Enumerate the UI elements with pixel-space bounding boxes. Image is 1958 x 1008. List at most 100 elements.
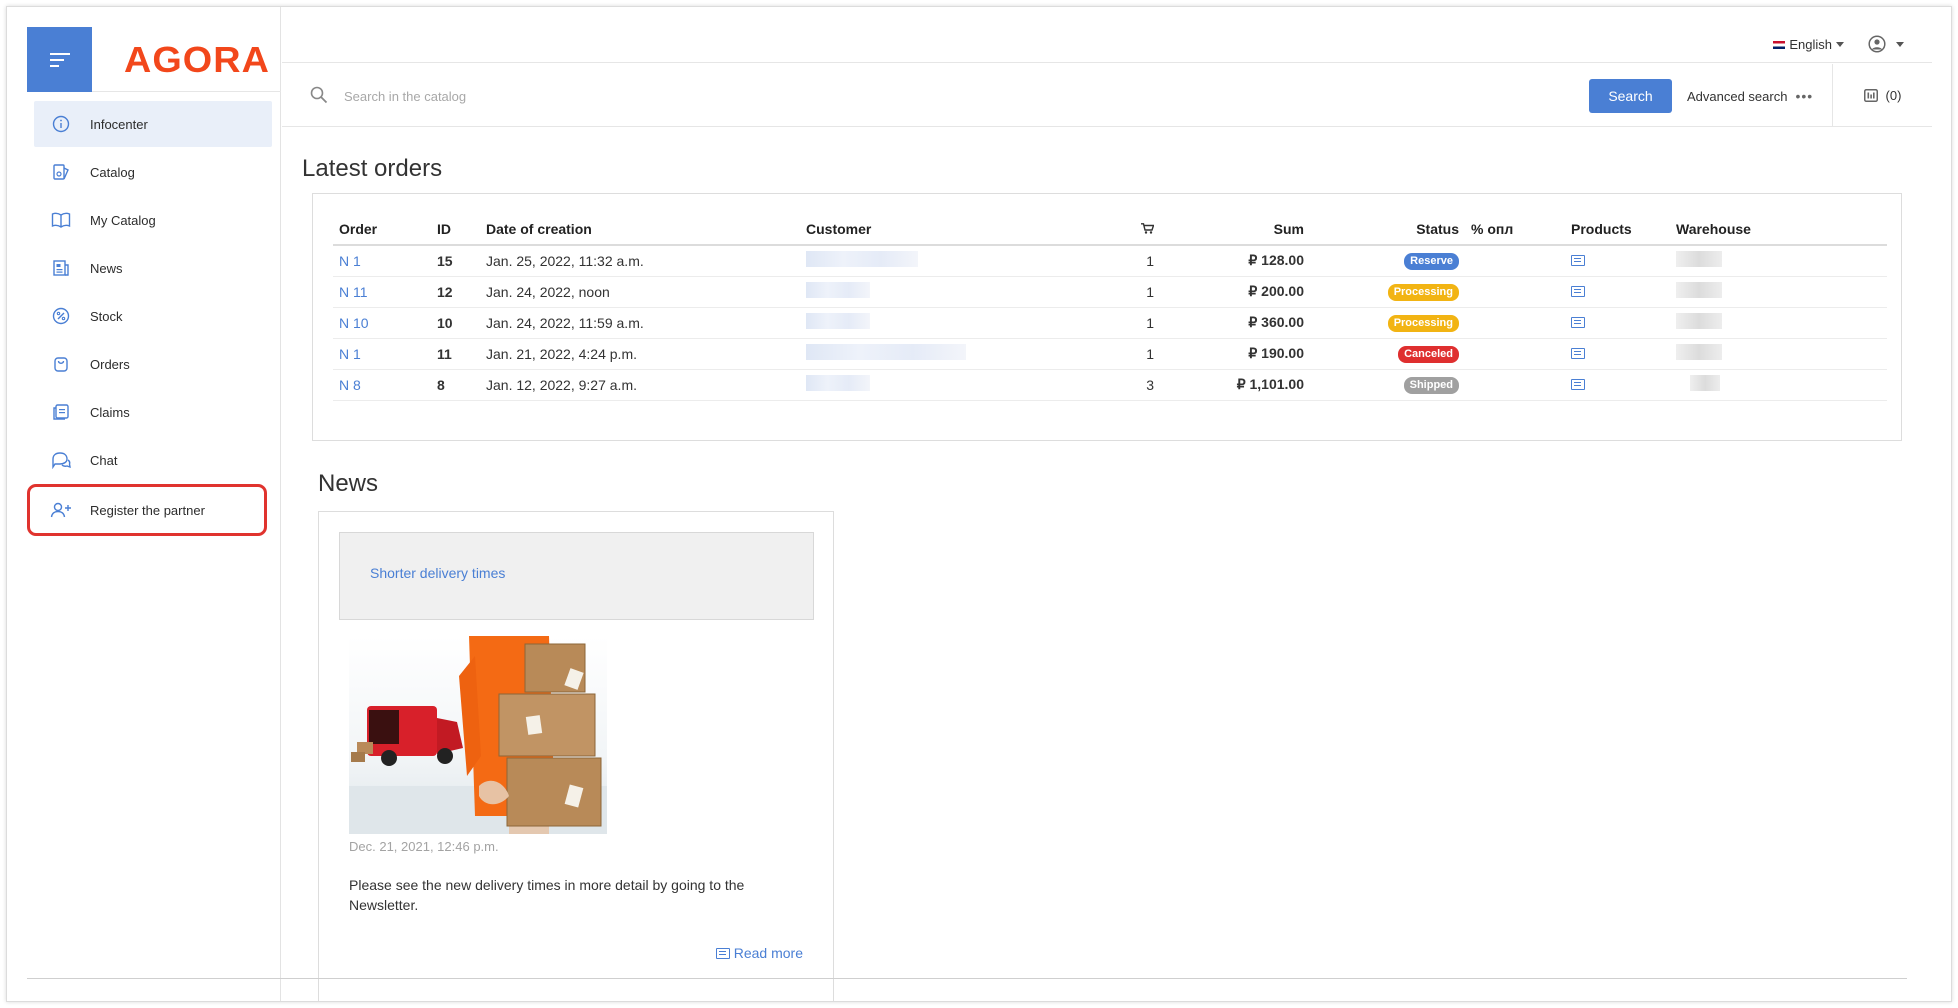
news-date: Dec. 21, 2021, 12:46 p.m. [349, 839, 499, 854]
book-icon [50, 209, 72, 231]
products-cell [1565, 276, 1670, 308]
status-cell: Shipped [1310, 369, 1465, 401]
col-products[interactable]: Products [1565, 214, 1670, 246]
search-input[interactable] [344, 82, 1244, 110]
paid-percent [1465, 245, 1565, 277]
table-row: N 1 15 Jan. 25, 2022, 11:32 a.m. 1 ₽ 128… [333, 245, 1887, 277]
order-id: 11 [431, 338, 480, 370]
top-bar: English [282, 7, 1932, 63]
sidebar-item-label: My Catalog [90, 212, 156, 228]
advanced-search-link[interactable]: Advanced search ••• [1687, 88, 1813, 104]
sidebar-item-stock[interactable]: Stock [34, 293, 272, 339]
sidebar-item-label: Register the partner [90, 502, 205, 518]
orders-card: Order ID Date of creation Customer Sum S… [312, 193, 1902, 441]
user-menu[interactable] [1868, 35, 1904, 53]
products-list-icon[interactable] [1571, 254, 1585, 266]
sidebar-nav: Infocenter Catalog My Catalog News Stock… [27, 101, 272, 536]
col-order[interactable]: Order [333, 214, 431, 246]
sidebar-item-label: Infocenter [90, 116, 148, 132]
order-link[interactable]: N 8 [333, 369, 431, 401]
sidebar-item-label: Claims [90, 404, 130, 420]
chevron-down-icon [1836, 42, 1844, 47]
products-cell [1565, 369, 1670, 401]
news-image[interactable] [349, 636, 607, 834]
compare-button[interactable]: (0) [1832, 64, 1932, 127]
order-id: 8 [431, 369, 480, 401]
menu-icon [49, 52, 70, 67]
order-link[interactable]: N 1 [333, 245, 431, 277]
order-qty: 3 [1080, 369, 1160, 401]
products-list-icon[interactable] [1571, 347, 1585, 359]
products-cell [1565, 307, 1670, 339]
order-link[interactable]: N 1 [333, 338, 431, 370]
news-heading: News [318, 470, 379, 497]
cart-icon [1141, 223, 1155, 234]
status-cell: Reserve [1310, 245, 1465, 277]
sidebar-item-catalog[interactable]: Catalog [34, 149, 272, 195]
col-paid-percent[interactable]: % опл [1465, 214, 1565, 246]
order-link[interactable]: N 11 [333, 276, 431, 308]
col-warehouse[interactable]: Warehouse [1670, 214, 1790, 246]
search-button[interactable]: Search [1589, 79, 1672, 113]
warehouse-redacted [1670, 245, 1790, 277]
more-dots-icon: ••• [1795, 88, 1814, 104]
paid-percent [1465, 276, 1565, 308]
sidebar-item-news[interactable]: News [34, 245, 272, 291]
paid-percent [1465, 307, 1565, 339]
sidebar-item-claims[interactable]: Claims [34, 389, 272, 435]
products-cell [1565, 245, 1670, 277]
sidebar-item-chat[interactable]: Chat [34, 437, 272, 483]
products-list-icon[interactable] [1571, 378, 1585, 390]
uk-flag-icon [1773, 40, 1786, 49]
catalog-icon [50, 161, 72, 183]
read-more-link[interactable]: Read more [715, 945, 803, 961]
sidebar-item-label: Stock [90, 308, 123, 324]
order-date: Jan. 24, 2022, 11:59 a.m. [480, 307, 800, 339]
status-badge: Canceled [1398, 346, 1459, 363]
orders-table: Order ID Date of creation Customer Sum S… [333, 214, 1887, 401]
order-date: Jan. 24, 2022, noon [480, 276, 800, 308]
bag-icon [50, 353, 72, 375]
warehouse-redacted [1670, 276, 1790, 308]
products-list-icon[interactable] [1571, 316, 1585, 328]
logo[interactable]: AGORA [124, 39, 270, 81]
col-sum[interactable]: Sum [1160, 214, 1310, 246]
sidebar-item-register-partner[interactable]: Register the partner [27, 484, 267, 536]
language-selector[interactable]: English [1773, 37, 1844, 52]
customer-redacted [800, 307, 1080, 339]
order-id: 10 [431, 307, 480, 339]
search-bar: Search Advanced search ••• (0) [282, 64, 1932, 127]
status-cell: Canceled [1310, 338, 1465, 370]
chevron-down-icon [1896, 41, 1904, 47]
col-customer[interactable]: Customer [800, 214, 1080, 246]
sidebar-item-infocenter[interactable]: Infocenter [34, 101, 272, 147]
col-qty[interactable] [1080, 214, 1160, 246]
customer-redacted [800, 276, 1080, 308]
order-date: Jan. 12, 2022, 9:27 a.m. [480, 369, 800, 401]
menu-toggle-button[interactable] [27, 27, 92, 92]
sidebar-item-orders[interactable]: Orders [34, 341, 272, 387]
warehouse-redacted [1670, 369, 1790, 401]
app-window: AGORA Infocenter Catalog My Catalog News [6, 6, 1952, 1002]
news-text: Please see the new delivery times in mor… [349, 877, 745, 913]
table-row: N 1 11 Jan. 21, 2022, 4:24 p.m. 1 ₽ 190.… [333, 338, 1887, 370]
col-status[interactable]: Status [1310, 214, 1465, 246]
add-user-icon [50, 499, 72, 521]
sidebar-item-label: Orders [90, 356, 130, 372]
table-row: N 10 10 Jan. 24, 2022, 11:59 a.m. 1 ₽ 36… [333, 307, 1887, 339]
sidebar-item-label: News [90, 260, 123, 276]
col-id[interactable]: ID [431, 214, 480, 246]
order-sum: ₽ 128.00 [1160, 245, 1310, 277]
order-sum: ₽ 200.00 [1160, 276, 1310, 308]
news-headline-link[interactable]: Shorter delivery times [370, 565, 505, 581]
order-date: Jan. 25, 2022, 11:32 a.m. [480, 245, 800, 277]
order-id: 12 [431, 276, 480, 308]
customer-redacted [800, 369, 1080, 401]
sidebar-item-my-catalog[interactable]: My Catalog [34, 197, 272, 243]
order-link[interactable]: N 10 [333, 307, 431, 339]
sidebar-item-label: Catalog [90, 164, 135, 180]
col-date[interactable]: Date of creation [480, 214, 800, 246]
customer-redacted [800, 245, 1080, 277]
order-qty: 1 [1080, 307, 1160, 339]
products-list-icon[interactable] [1571, 285, 1585, 297]
